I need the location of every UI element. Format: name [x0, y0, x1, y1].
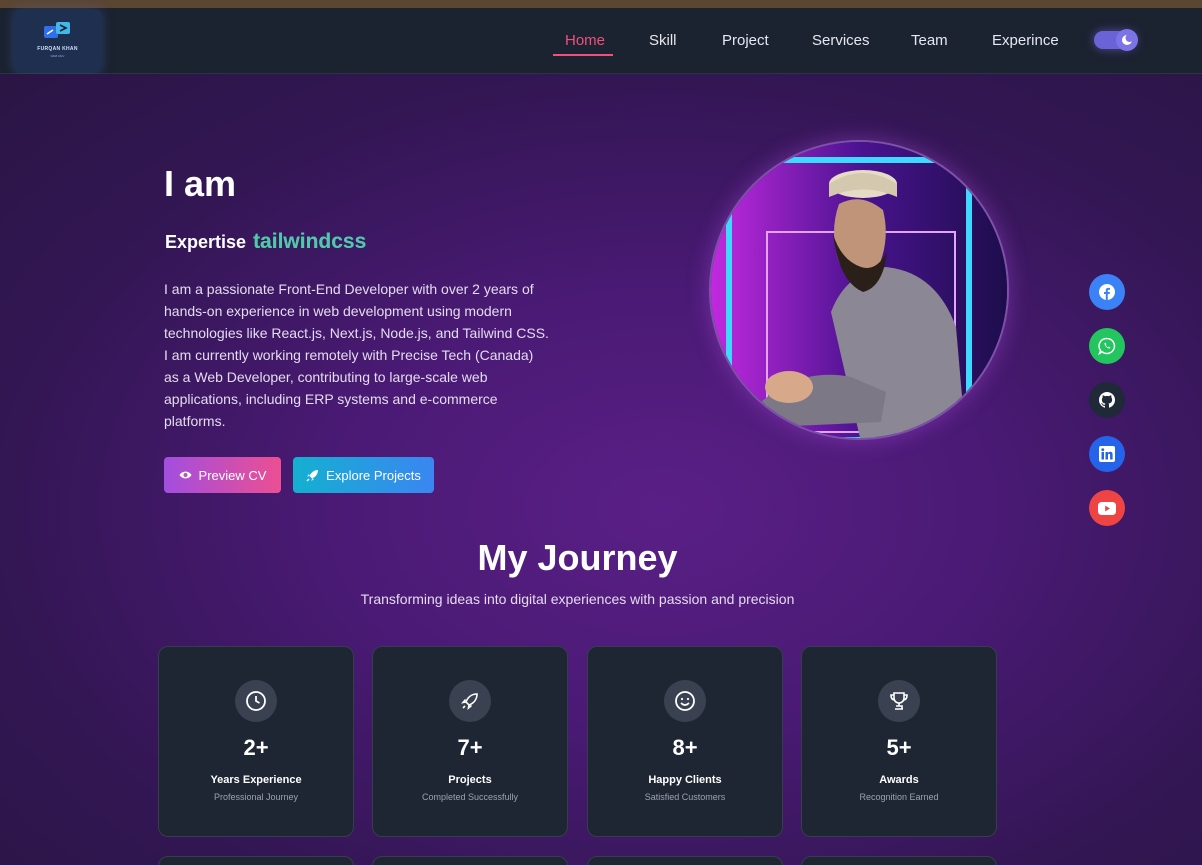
- smile-icon: [664, 680, 706, 722]
- rocket-icon: [449, 680, 491, 722]
- clock-icon: [235, 680, 277, 722]
- moon-icon: [1116, 29, 1138, 51]
- nav-home[interactable]: Home: [565, 32, 605, 49]
- hero-greeting: I am: [164, 163, 237, 204]
- stat-subtitle: Completed Successfully: [421, 792, 519, 802]
- nav-experince[interactable]: Experince: [992, 32, 1059, 49]
- profile-photo: [709, 140, 1009, 440]
- hero-expertise: Expertise tailwindcss: [165, 230, 366, 254]
- whatsapp-icon: [1098, 337, 1116, 355]
- rocket-icon: [306, 469, 319, 481]
- linkedin-icon: [1099, 446, 1115, 462]
- hero-description: I am a passionate Front-End Developer wi…: [164, 281, 549, 429]
- navbar: FURQAN KHAN WEB DEV Home Skill Project S…: [0, 8, 1202, 74]
- stat-card-clients: 8+ Happy Clients Satisfied Customers: [587, 646, 783, 837]
- stat-subtitle: Recognition Earned: [859, 792, 939, 802]
- stat-label: Projects: [448, 774, 492, 786]
- logo-icon: [44, 22, 70, 38]
- stat-value: 8+: [672, 735, 698, 760]
- explore-projects-button[interactable]: Explore Projects: [293, 457, 434, 493]
- whatsapp-link[interactable]: [1089, 328, 1125, 364]
- nav-project[interactable]: Project: [722, 32, 769, 49]
- facebook-link[interactable]: [1089, 274, 1125, 310]
- linkedin-link[interactable]: [1089, 436, 1125, 472]
- logo-tagline: WEB DEV: [50, 54, 65, 58]
- expertise-value: tailwindcss: [253, 230, 367, 253]
- stat-label: Happy Clients: [648, 774, 722, 786]
- stat-card-partial: [372, 856, 568, 865]
- explore-projects-label: Explore Projects: [326, 467, 421, 483]
- stat-label: Awards: [879, 774, 919, 786]
- nav-team[interactable]: Team: [911, 32, 948, 49]
- stat-value: 2+: [243, 735, 269, 760]
- github-icon: [1098, 392, 1116, 408]
- youtube-icon: [1098, 501, 1116, 515]
- stat-value: 7+: [457, 735, 483, 760]
- nav-services[interactable]: Services: [812, 32, 870, 49]
- github-link[interactable]: [1089, 382, 1125, 418]
- facebook-icon: [1099, 284, 1115, 300]
- stat-card-projects: 7+ Projects Completed Successfully: [372, 646, 568, 837]
- nav-active-underline: [553, 54, 613, 56]
- trophy-icon: [878, 680, 920, 722]
- nav-skill[interactable]: Skill: [649, 32, 677, 49]
- youtube-link[interactable]: [1089, 490, 1125, 526]
- stat-card-partial: [158, 856, 354, 865]
- logo-name: FURQAN KHAN: [37, 46, 78, 52]
- browser-top-strip: [0, 0, 1202, 8]
- expertise-label: Expertise: [165, 232, 247, 252]
- profile-illustration: [711, 142, 1007, 438]
- stat-label: Years Experience: [210, 774, 302, 786]
- stat-card-partial: [801, 856, 997, 865]
- stat-value: 5+: [886, 735, 912, 760]
- stat-subtitle: Professional Journey: [213, 792, 299, 802]
- journey-subtitle: Transforming ideas into digital experien…: [360, 591, 795, 607]
- stat-card-partial: [587, 856, 783, 865]
- preview-cv-label: Preview CV: [198, 467, 267, 483]
- logo[interactable]: FURQAN KHAN WEB DEV: [14, 10, 101, 72]
- eye-icon: [179, 471, 192, 479]
- stat-card-experience: 2+ Years Experience Professional Journey: [158, 646, 354, 837]
- journey-title: My Journey: [477, 537, 678, 578]
- theme-toggle[interactable]: [1094, 29, 1138, 51]
- stat-card-awards: 5+ Awards Recognition Earned: [801, 646, 997, 837]
- preview-cv-button[interactable]: Preview CV: [164, 457, 281, 493]
- stat-subtitle: Satisfied Customers: [644, 792, 726, 802]
